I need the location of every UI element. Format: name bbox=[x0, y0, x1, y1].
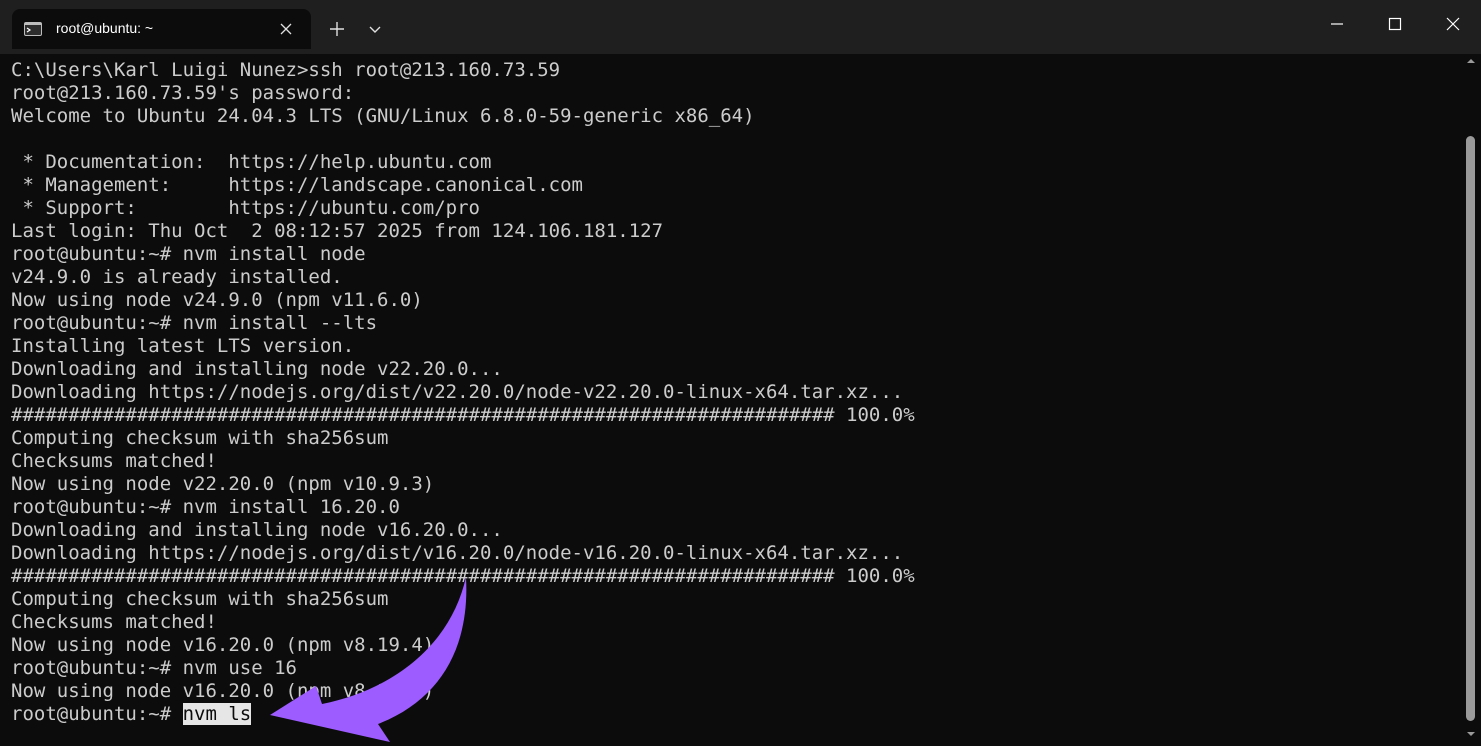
terminal-line: * Support: https://ubuntu.com/pro bbox=[11, 197, 480, 219]
terminal-prompt-line: root@ubuntu:~# nvm ls bbox=[11, 703, 915, 726]
maximize-button[interactable] bbox=[1366, 0, 1424, 48]
terminal-line: Downloading and installing node v22.20.0… bbox=[11, 358, 503, 380]
terminal-line: Now using node v16.20.0 (npm v8.19.4) bbox=[11, 680, 435, 702]
tab-close-button[interactable] bbox=[276, 19, 296, 39]
chevron-down-icon bbox=[369, 26, 381, 33]
terminal-output[interactable]: C:\Users\Karl Luigi Nunez>ssh root@213.1… bbox=[0, 54, 1462, 746]
terminal-line: Downloading https://nodejs.org/dist/v16.… bbox=[11, 542, 904, 564]
terminal-line: root@ubuntu:~# nvm install node bbox=[11, 243, 366, 265]
terminal-line: root@ubuntu:~# nvm install 16.20.0 bbox=[11, 496, 400, 518]
terminal-line: Now using node v22.20.0 (npm v10.9.3) bbox=[11, 473, 435, 495]
terminal-lines: C:\Users\Karl Luigi Nunez>ssh root@213.1… bbox=[11, 59, 915, 726]
close-icon bbox=[1446, 17, 1460, 31]
terminal-line: root@ubuntu:~# nvm install --lts bbox=[11, 312, 378, 334]
vertical-scrollbar[interactable] bbox=[1463, 54, 1479, 746]
terminal-line: root@213.160.73.59's password: bbox=[11, 82, 355, 104]
terminal-line: Checksums matched! bbox=[11, 450, 217, 472]
terminal-line: ########################################… bbox=[11, 404, 915, 426]
terminal-line: ########################################… bbox=[11, 565, 915, 587]
minimize-button[interactable] bbox=[1308, 0, 1366, 48]
terminal-line: Downloading and installing node v16.20.0… bbox=[11, 519, 503, 541]
terminal-line: Downloading https://nodejs.org/dist/v22.… bbox=[11, 381, 904, 403]
terminal-line: * Documentation: https://help.ubuntu.com bbox=[11, 151, 492, 173]
scroll-thumb[interactable] bbox=[1466, 136, 1475, 721]
terminal-line: C:\Users\Karl Luigi Nunez>ssh root@213.1… bbox=[11, 59, 561, 81]
minimize-icon bbox=[1331, 23, 1343, 25]
tab-terminal[interactable]: root@ubuntu: ~ bbox=[12, 9, 311, 49]
current-command[interactable]: nvm ls bbox=[182, 703, 252, 725]
prompt: root@ubuntu:~# bbox=[11, 703, 183, 725]
terminal-line: * Management: https://landscape.canonica… bbox=[11, 174, 583, 196]
tab-title: root@ubuntu: ~ bbox=[56, 20, 154, 36]
new-tab-button[interactable] bbox=[326, 18, 348, 40]
terminal-line: Installing latest LTS version. bbox=[11, 335, 355, 357]
close-icon bbox=[280, 23, 292, 35]
terminal-line: Computing checksum with sha256sum bbox=[11, 588, 389, 610]
terminal-line: Now using node v24.9.0 (npm v11.6.0) bbox=[11, 289, 423, 311]
scroll-down-icon bbox=[1467, 732, 1475, 736]
terminal-line: Checksums matched! bbox=[11, 611, 217, 633]
plus-icon bbox=[330, 22, 344, 36]
title-bar: root@ubuntu: ~ bbox=[0, 0, 1481, 54]
terminal-line: v24.9.0 is already installed. bbox=[11, 266, 343, 288]
terminal-line: Computing checksum with sha256sum bbox=[11, 427, 389, 449]
terminal-line: Welcome to Ubuntu 24.04.3 LTS (GNU/Linux… bbox=[11, 105, 755, 127]
terminal-line: root@ubuntu:~# nvm use 16 bbox=[11, 657, 297, 679]
terminal-line: Now using node v16.20.0 (npm v8.19.4) bbox=[11, 634, 435, 656]
terminal-line: Last login: Thu Oct 2 08:12:57 2025 from… bbox=[11, 220, 664, 242]
tab-dropdown-button[interactable] bbox=[365, 19, 385, 39]
maximize-icon bbox=[1388, 17, 1402, 31]
terminal-icon bbox=[24, 22, 42, 36]
close-window-button[interactable] bbox=[1424, 0, 1481, 48]
scroll-up-icon bbox=[1467, 59, 1475, 63]
